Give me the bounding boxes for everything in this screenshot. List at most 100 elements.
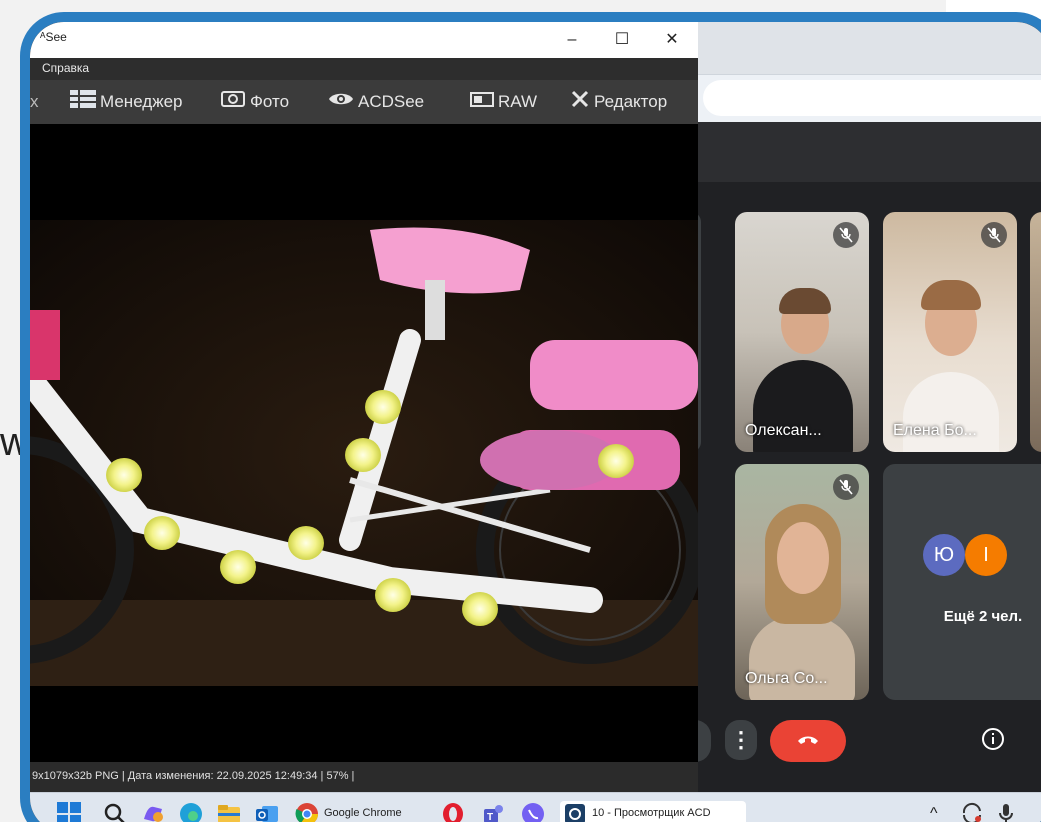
tab-photo-label: Фото [250,92,290,111]
more-participants-tile[interactable]: Ю І Ещё 2 чел. [883,464,1041,700]
participant-tile[interactable]: Ольга Со... [735,464,869,700]
muted-mic-icon [833,222,859,248]
chrome-button[interactable] [294,801,320,822]
info-button[interactable] [980,726,1006,752]
reflector-light [365,390,401,424]
windows-icon [57,802,81,822]
info-icon [982,728,1004,750]
tab-raw-label: RAW [498,92,538,111]
copilot-button[interactable] [140,801,166,822]
participant-avatar: І [965,534,1007,576]
more-participants-label: Ещё 2 чел. [943,608,1023,625]
teams-button[interactable]: T [480,801,506,822]
file-explorer-button[interactable] [216,801,242,822]
window-titlebar: ᴬSee – ☐ ✕ [30,22,698,58]
status-bar: 9x1079x32b PNG | Дата изменения: 22.09.2… [30,762,698,792]
muted-mic-icon [833,474,859,500]
taskbar: Google Chrome T 10 - Просмотрщик ACD ^ [30,792,1041,822]
search-button[interactable] [102,801,128,822]
toolbar-partial-glyph: x [30,92,39,111]
viber-icon [522,803,544,822]
image-viewer[interactable] [30,124,698,762]
search-icon [104,803,125,822]
outlook-icon [256,806,278,822]
call-controls: ⋮ [695,702,1041,772]
svg-text:T: T [487,812,493,822]
photo-icon [220,90,246,115]
menu-bar: Справка [30,58,698,80]
muted-mic-icon [981,222,1007,248]
participant-name: Олексан... [745,422,822,439]
status-text: 9x1079x32b PNG | Дата изменения: 22.09.2… [32,770,355,782]
start-button[interactable] [56,801,82,822]
tab-view-label: ACDSee [358,92,425,111]
reflector-light [220,550,256,584]
tray-app-button[interactable] [960,801,984,822]
participant-hair [779,288,831,314]
hangup-icon [798,736,818,744]
participant-avatar: Ю [923,534,965,576]
participant-name: Елена Бо... [893,422,977,439]
chrome-icon [295,803,318,822]
eye-icon [328,90,354,115]
video-call-window: Олексан... Елена Бо... Ольга Со... Ю І Е… [689,22,1041,802]
edge-icon [180,803,202,822]
teams-icon: T [484,805,503,822]
participant-tile-partial[interactable] [1030,212,1041,452]
edge-button[interactable] [178,801,204,822]
tab-photo[interactable]: Фото [220,90,289,114]
screenshot-frame: Олексан... Елена Бо... Ольга Со... Ю І Е… [20,12,1041,822]
participant-name: Ольга Со... [745,670,828,687]
meet-header [695,122,1041,182]
reflector-light [106,458,142,492]
opera-button[interactable] [440,801,466,822]
more-options-button[interactable]: ⋮ [725,720,757,760]
bicycle-photo [30,220,698,686]
grid-icon [70,90,96,115]
chrome-label: Google Chrome [324,807,402,819]
tab-manager-label: Менеджер [100,92,183,111]
window-title: ᴬSee [40,30,67,44]
reflector-light [345,438,381,472]
mode-toolbar: x Менеджер Фото ACDSee RAW Редактор [30,80,698,124]
participant-body [903,372,999,452]
reflector-light [598,444,634,478]
tab-manager[interactable]: Менеджер [70,90,182,114]
acdsee-icon [565,804,585,822]
participant-face [777,522,829,594]
participant-grid: Олексан... Елена Бо... Ольга Со... Ю І Е… [689,182,1041,742]
minimize-button[interactable]: – [560,28,584,52]
reflector-light [288,526,324,560]
copilot-icon [144,806,163,822]
microphone-icon [999,804,1013,822]
menu-item-help[interactable]: Справка [42,61,89,75]
address-bar[interactable] [703,80,1041,116]
participant-tile[interactable]: Олексан... [735,212,869,452]
tab-editor-label: Редактор [594,92,668,111]
microphone-tray-button[interactable] [996,801,1016,822]
reflector-light [375,578,411,612]
leave-call-button[interactable] [770,720,846,762]
acdsee-taskbar-label: 10 - Просмотрщик ACD [592,807,711,819]
reflector-light [462,592,498,626]
more-vert-icon: ⋮ [730,727,752,752]
outlook-button[interactable] [254,801,280,822]
browser-tabstrip [695,22,1041,74]
participant-tile[interactable]: Елена Бо... [883,212,1017,452]
maximize-button[interactable]: ☐ [610,28,634,52]
close-button[interactable]: ✕ [660,28,684,52]
tab-raw[interactable]: RAW [470,90,537,114]
opera-icon [443,803,463,822]
folder-icon [218,805,240,822]
tools-icon [570,90,590,115]
tray-overflow-chevron[interactable]: ^ [930,801,938,822]
viber-button[interactable] [520,801,546,822]
tab-editor[interactable]: Редактор [570,90,667,114]
participant-hair [921,280,981,310]
acdsee-taskbar-button[interactable]: 10 - Просмотрщик ACD [560,801,746,822]
raw-icon [470,90,494,115]
sync-icon [962,802,981,822]
acdsee-window: ᴬSee – ☐ ✕ Справка x Менеджер Фото ACDSe… [30,22,698,792]
tab-view[interactable]: ACDSee [328,90,424,114]
reflector-light [144,516,180,550]
